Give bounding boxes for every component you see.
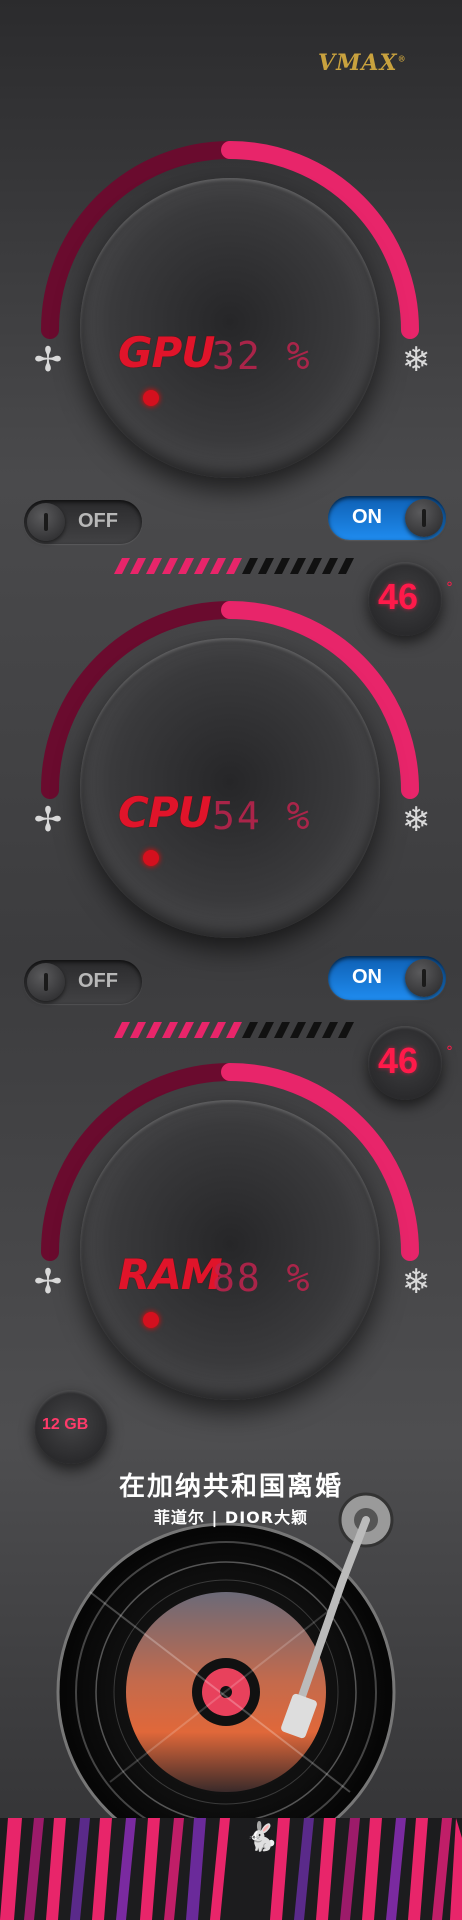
gpu-value: 32 % (212, 334, 312, 378)
toggle-on-label: ON (352, 966, 382, 988)
temperature-unit: ° (446, 580, 453, 596)
gpu-indicator-dot (143, 390, 159, 406)
progress-stripes (114, 1022, 354, 1038)
snowflake-icon[interactable]: ❄ (396, 800, 436, 840)
toggle-off-label: OFF (78, 970, 118, 992)
bunny-icon: 🐇 (244, 1820, 279, 1853)
ram-gauge: RAM 88 % ✢ ❄ (0, 1062, 462, 1422)
cpu-label: CPU (118, 788, 212, 837)
ram-value: 88 % (212, 1256, 312, 1300)
toggle-off-label: OFF (78, 510, 118, 532)
ram-label: RAM (118, 1250, 223, 1299)
gpu-label: GPU (118, 328, 215, 377)
toggle-on-label: ON (352, 506, 382, 528)
progress-stripes (114, 558, 354, 574)
memory-label: 12 GB (42, 1416, 89, 1433)
vinyl-turntable[interactable] (50, 1492, 430, 1832)
fan-icon[interactable]: ✢ (28, 1262, 68, 1302)
brand-logo: VMAX® (318, 50, 407, 76)
decorative-stripes (0, 1818, 462, 1920)
fan-icon[interactable]: ✢ (28, 800, 68, 840)
cpu-on-toggle[interactable]: ON (328, 956, 446, 1000)
gpu-off-toggle[interactable]: OFF (24, 500, 142, 544)
cpu-indicator-dot (143, 850, 159, 866)
toggle-knob[interactable] (405, 499, 443, 537)
memory-badge: 12 GB (34, 1390, 108, 1464)
toggle-knob[interactable] (27, 963, 65, 1001)
temperature-unit: ° (446, 1044, 453, 1060)
ram-indicator-dot (143, 1312, 159, 1328)
toggle-knob[interactable] (27, 503, 65, 541)
toggle-knob[interactable] (405, 959, 443, 997)
cpu-value: 54 % (212, 794, 312, 838)
cpu-gauge: CPU 54 % ✢ ❄ (0, 600, 462, 960)
gpu-on-toggle[interactable]: ON (328, 496, 446, 540)
snowflake-icon[interactable]: ❄ (396, 1262, 436, 1302)
song-title: 在加纳共和国离婚 (118, 1472, 343, 1502)
snowflake-icon[interactable]: ❄ (396, 340, 436, 380)
cpu-off-toggle[interactable]: OFF (24, 960, 142, 1004)
gpu-gauge: GPU 32 % ✢ ❄ (0, 140, 462, 500)
song-artist: 菲道尔 | DIOR大颖 (153, 1508, 309, 1527)
fan-icon[interactable]: ✢ (28, 340, 68, 380)
